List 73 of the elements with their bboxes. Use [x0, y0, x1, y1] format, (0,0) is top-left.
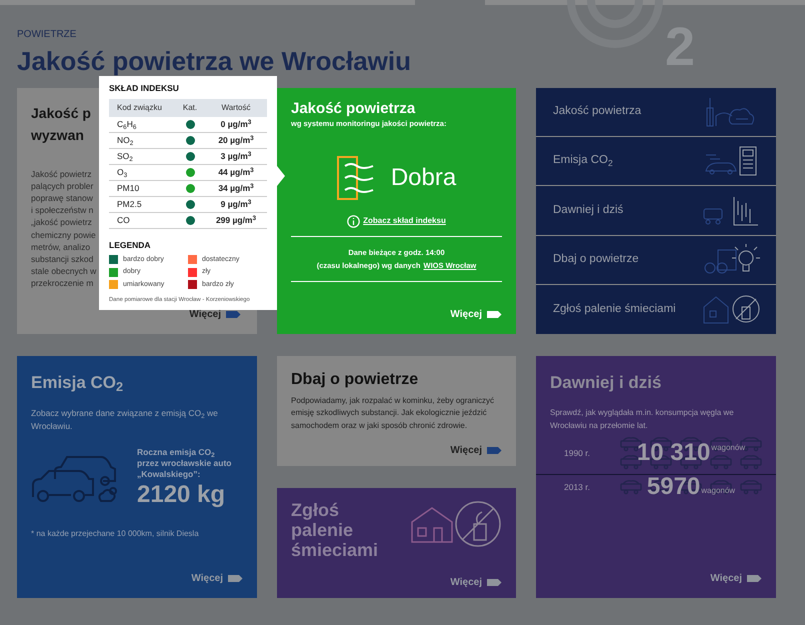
- compound-value: 0 µg/m$^{3}$: [220, 120, 252, 128]
- arrow-icon: [486, 446, 502, 454]
- body-text: stale obecnych w: [31, 265, 96, 278]
- nav-item[interactable]: Dawniej i dziś: [536, 185, 776, 235]
- section-label: POWIETRZE: [17, 28, 78, 42]
- legend-title: LEGENDA: [109, 238, 152, 252]
- year-label: 1990 r.: [563, 446, 591, 460]
- illustration-icon: [702, 293, 762, 326]
- body-text: Jakość powietrz: [31, 168, 92, 180]
- more-link[interactable]: Więcej: [450, 574, 502, 590]
- arrow-icon: [225, 310, 241, 318]
- more-link[interactable]: Więcej: [710, 570, 762, 586]
- card-title: wyzwan: [31, 126, 84, 145]
- nav-item[interactable]: Zgłoś palenie śmieciami: [536, 284, 776, 334]
- unit-label: wagonów: [701, 485, 736, 497]
- info-icon: [347, 214, 360, 228]
- body-text: przekroczenie m: [31, 277, 94, 290]
- footnote: * na każde przejechane 10 000km, silnik Diesla: [31, 528, 200, 540]
- compound-code: O$_{3}$: [116, 168, 128, 176]
- popup-title: SKŁAD INDEKSU: [109, 82, 180, 95]
- no-burning-house-icon: [410, 500, 502, 548]
- column-header: Wartość: [220, 102, 252, 114]
- column-header: Kat.: [182, 102, 198, 114]
- page-title: Jakość powietrza we Wrocławiu: [17, 45, 411, 78]
- nav-item[interactable]: Jakość powietrza: [536, 88, 776, 136]
- more-link[interactable]: Więcej: [191, 570, 243, 586]
- body-text: i społeczeństw n: [31, 204, 94, 216]
- compound-value: 9 µg/m$^{3}$: [220, 200, 252, 208]
- stat-value: 10 310: [636, 441, 710, 465]
- card-text: Podpowiadamy, jak rozpalać w kominku, żeby ograniczyć emisję szkodliwych substancji. Jak ekologicznie jeździć samochodem oraz w jaki sposób chronić zdrowie.: [291, 394, 496, 432]
- more-link[interactable]: Więcej: [450, 306, 502, 322]
- compound-code: NO$_{2}$: [116, 136, 134, 144]
- body-text: poprawę stanow: [31, 192, 93, 204]
- body-text: „jakość powietrz: [31, 216, 92, 229]
- column-header: Kod związku: [116, 102, 163, 114]
- card-title: Jakość p: [31, 104, 91, 123]
- body-text: chemiczny powie: [31, 228, 96, 241]
- compound-code: PM10: [116, 184, 140, 192]
- stat-label: Roczna emisja CO$_{2}$ przez wrocławskie auto „Kowalskiego”:: [137, 447, 232, 480]
- arrow-icon: [486, 310, 502, 318]
- body-text: metrów, analizo: [31, 240, 90, 253]
- arrow-icon: [486, 578, 502, 586]
- more-link[interactable]: Więcej: [450, 442, 502, 458]
- nav-item[interactable]: Emisja CO$_{2}$: [536, 136, 776, 186]
- compound-value: 34 µg/m$^{3}$: [217, 184, 255, 192]
- unit-label: wagonów: [711, 442, 746, 454]
- card-text: Sprawdź, jak wyglądała m.in. konsumpcja węgla we Wrocławiu na przełomie lat.: [549, 407, 735, 432]
- year-label: 2013 r.: [563, 480, 591, 494]
- compound-code: C$_{6}$H$_{6}$: [116, 120, 138, 128]
- illustration-icon: [702, 244, 762, 276]
- body-text: substancji szkod: [31, 252, 94, 266]
- index-link[interactable]: Zobacz skład indeksu: [363, 215, 446, 227]
- arrow-icon: [746, 574, 762, 582]
- arrow-icon: [227, 574, 243, 582]
- quality-status: Dobra: [390, 163, 456, 193]
- compound-code: PM2.5: [116, 200, 143, 208]
- compound-code: CO: [116, 216, 131, 224]
- body-text: palących probler: [31, 180, 94, 192]
- stat-value: 5970: [646, 475, 700, 499]
- compound-value: 44 µg/m$^{3}$: [217, 168, 255, 176]
- compound-value: 3 µg/m$^{3}$: [220, 152, 252, 160]
- compound-value: 299 µg/m$^{3}$: [214, 216, 258, 224]
- nav-item[interactable]: Dbaj o powietrze: [536, 234, 776, 284]
- card-title: Dawniej i dziś: [549, 372, 662, 394]
- compound-code: SO$_{2}$: [116, 152, 134, 160]
- card-text: Zobacz wybrane dane związane z emisją CO$_{2}$ we Wrocławiu.: [31, 407, 219, 433]
- card-title: Zgłoś palenie śmieciami: [291, 500, 380, 560]
- card-title: Dbaj o powietrze: [291, 370, 420, 390]
- compound-value: 20 µg/m$^{3}$: [217, 136, 255, 144]
- stat-value: 2120 kg: [137, 480, 226, 510]
- card-title: Emisja CO$_{2}$: [31, 372, 124, 395]
- card-title: Jakość powietrza: [291, 100, 416, 118]
- more-link[interactable]: Więcej: [189, 306, 241, 322]
